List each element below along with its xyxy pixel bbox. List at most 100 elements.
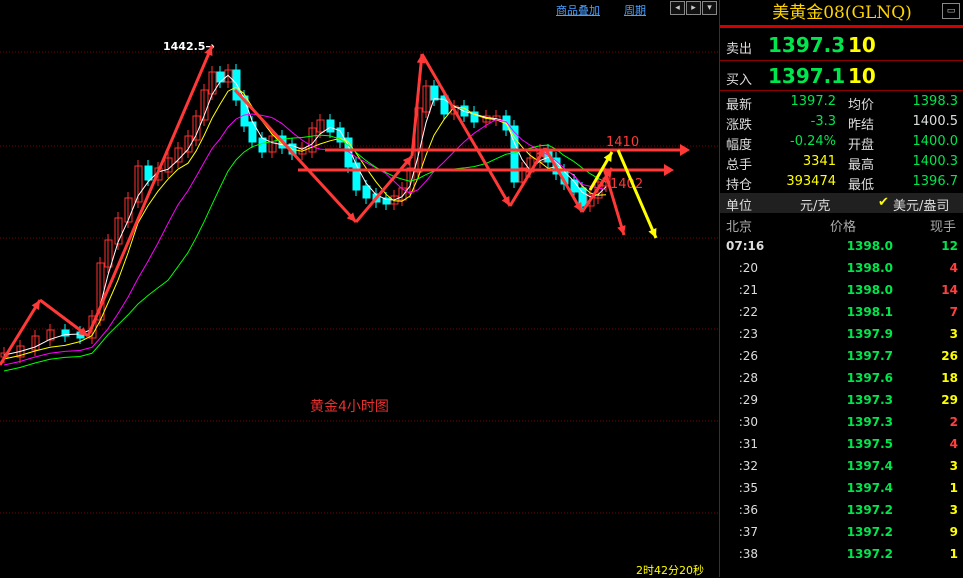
tick-time: :21 <box>738 283 758 297</box>
stat-value: -0.24% <box>790 134 836 149</box>
quote-panel: 美黄金08(GLNQ) ▭ 卖出 1397.3 10 买入 1397.1 10 … <box>719 0 963 577</box>
tick-time: :29 <box>738 393 758 407</box>
trend-arrow-line <box>616 149 658 239</box>
tick-time: :22 <box>738 305 758 319</box>
tick-price: 1397.2 <box>846 525 893 539</box>
candle-body <box>430 85 439 101</box>
instrument-name: 美黄金08(GLNQ) <box>772 3 912 23</box>
tick-volume: 3 <box>949 459 958 473</box>
tick-volume: 7 <box>949 305 958 319</box>
stat-label: 最低 <box>848 178 875 193</box>
trend-arrow-line <box>410 53 424 157</box>
stat-value: -3.3 <box>810 114 836 129</box>
stat-row: 最新 1397.2 均价 1398.3 <box>720 92 963 113</box>
stat-row: 涨跌 -3.3 昨结 1400.5 <box>720 112 963 133</box>
tick-row: :38 1397.2 1 <box>720 544 963 566</box>
sell-volume: 10 <box>848 33 876 57</box>
tick-volume: 12 <box>941 239 958 253</box>
instrument-title: 美黄金08(GLNQ) <box>720 0 963 27</box>
buy-label: 买入 <box>726 73 753 88</box>
level-arrowhead <box>664 164 674 176</box>
title-divider <box>720 25 963 28</box>
tick-time: :32 <box>738 459 758 473</box>
tick-price: 1397.3 <box>846 393 893 407</box>
tick-volume: 2 <box>949 415 958 429</box>
stat-label: 最高 <box>848 158 875 173</box>
tick-price: 1398.1 <box>846 305 893 319</box>
tick-row: :35 1397.4 1 <box>720 478 963 500</box>
tick-price: 1397.2 <box>846 547 893 561</box>
tick-price: 1397.7 <box>846 349 893 363</box>
tick-row: :29 1397.3 29 <box>720 390 963 412</box>
tick-volume: 18 <box>941 371 958 385</box>
stat-value: 1396.7 <box>912 174 959 189</box>
tick-time: :35 <box>738 481 758 495</box>
tick-row: :23 1397.9 3 <box>720 324 963 346</box>
sell-label: 卖出 <box>726 42 753 57</box>
tick-row: :30 1397.3 2 <box>720 412 963 434</box>
tick-row: :20 1398.0 4 <box>720 258 963 280</box>
tick-volume: 4 <box>949 437 958 451</box>
tick-time: :36 <box>738 503 758 517</box>
kline-chart-area[interactable]: 1410 1402 1442.5→ 商品叠加 周期 ◂ ▸ ▾ 黄金4小时图 2时4… <box>0 0 718 577</box>
tick-volume: 9 <box>949 525 958 539</box>
tick-row: :37 1397.2 9 <box>720 522 963 544</box>
stat-label: 持仓 <box>726 178 753 193</box>
candle-body <box>362 185 371 199</box>
tick-price: 1397.3 <box>846 415 893 429</box>
unit-value[interactable]: 元/克 <box>800 195 830 214</box>
stat-value: 1400.5 <box>912 114 959 129</box>
tick-row: :28 1397.6 18 <box>720 368 963 390</box>
stat-value: 1400.0 <box>912 134 959 149</box>
stat-value: 393474 <box>786 174 836 189</box>
tick-volume: 1 <box>949 547 958 561</box>
candle-body <box>144 165 153 181</box>
trend-arrow-line <box>233 88 358 224</box>
scroll-right-icon[interactable]: ▸ <box>686 1 701 15</box>
tick-row: :21 1398.0 14 <box>720 280 963 302</box>
level-1410-label: 1410 <box>606 135 639 150</box>
candle-body <box>352 162 361 191</box>
tick-row: :32 1397.4 3 <box>720 456 963 478</box>
tick-time: :37 <box>738 525 758 539</box>
trend-arrow-line <box>420 53 512 207</box>
tick-time: :28 <box>738 371 758 385</box>
stat-value: 3341 <box>802 154 836 169</box>
stat-row: 幅度 -0.24% 开盘 1400.0 <box>720 132 963 153</box>
stat-label: 涨跌 <box>726 118 753 133</box>
kline-chart[interactable]: 141014021442.5→ <box>0 0 718 577</box>
tick-price: 1398.0 <box>846 261 893 275</box>
zoom-icon[interactable]: ▾ <box>702 1 717 15</box>
period-link[interactable]: 周期 <box>624 2 646 18</box>
candle-body <box>216 71 225 83</box>
divider <box>720 90 963 91</box>
panel-menu-icon[interactable]: ▭ <box>942 3 960 19</box>
tick-price: 1397.4 <box>846 459 893 473</box>
tick-header-location: 北京 <box>726 220 753 235</box>
tick-row: :36 1397.2 3 <box>720 500 963 522</box>
tick-price: 1397.9 <box>846 327 893 341</box>
tick-time: :23 <box>738 327 758 341</box>
tick-row: :31 1397.5 4 <box>720 434 963 456</box>
stat-value: 1397.2 <box>790 94 837 109</box>
tick-volume: 29 <box>941 393 958 407</box>
tick-time: :20 <box>738 261 758 275</box>
buy-row[interactable]: 买入 1397.1 10 <box>720 61 963 91</box>
tick-volume: 1 <box>949 481 958 495</box>
tick-header-volume: 现手 <box>929 220 956 235</box>
candle-body <box>258 137 267 153</box>
overlay-commodity-link[interactable]: 商品叠加 <box>556 2 600 18</box>
tick-price: 1397.6 <box>846 371 893 385</box>
buy-price: 1397.1 <box>768 64 846 88</box>
buy-volume: 10 <box>848 64 876 88</box>
unit-option[interactable]: 美元/盎司 <box>893 195 949 214</box>
level-1402-label: 1402 <box>610 177 643 192</box>
unit-check-icon[interactable]: ✔ <box>878 195 889 210</box>
tick-price: 1397.2 <box>846 503 893 517</box>
tick-volume: 14 <box>941 283 958 297</box>
scroll-left-icon[interactable]: ◂ <box>670 1 685 15</box>
stat-label: 均价 <box>848 98 875 113</box>
sell-row[interactable]: 卖出 1397.3 10 <box>720 30 963 60</box>
unit-row[interactable]: 单位 元/克 ✔ 美元/盎司 <box>720 193 963 214</box>
tick-time: 07:16 <box>726 239 765 253</box>
